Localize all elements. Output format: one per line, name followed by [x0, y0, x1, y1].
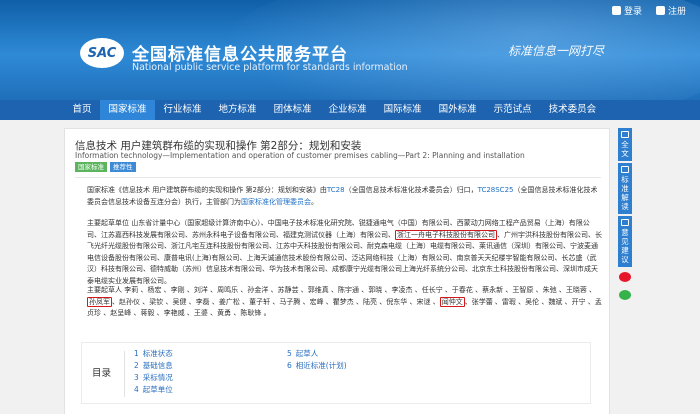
highlighted-person: 闻仲文 [439, 296, 465, 307]
nav-tech-committee[interactable]: 技术委员会 [540, 100, 605, 120]
toc-text: 起草单位 [142, 385, 173, 394]
nav-home[interactable]: 首页 [64, 100, 100, 120]
fulltext-button[interactable]: 全文 [618, 128, 632, 161]
site-header: 登录 注册 SAC 全国标准信息公共服务平台 National public s… [0, 0, 700, 100]
toc-item[interactable]: 6 相近标准(计划) [287, 360, 347, 372]
nav-enterprise-standards[interactable]: 企业标准 [320, 100, 375, 120]
toc-label: 目录 [92, 368, 112, 379]
interpretation-label: 标准解读 [621, 175, 629, 211]
toc-right-column: 5 起草人 6 相近标准(计划) [287, 348, 347, 372]
register-label: 注册 [667, 7, 686, 17]
toc-number: 4 [134, 385, 139, 394]
login-link[interactable]: 登录 [611, 4, 642, 17]
nav-group-standards[interactable]: 团体标准 [265, 100, 320, 120]
site-logo[interactable]: SAC [80, 38, 124, 68]
feedback-icon [621, 219, 629, 226]
toc-item[interactable]: 4 起草单位 [134, 384, 173, 396]
nav-local-standards[interactable]: 地方标准 [210, 100, 265, 120]
tag-national-standard: 国家标准 [75, 162, 107, 172]
toc-item[interactable]: 3 采标情况 [134, 372, 173, 384]
toc-number: 5 [287, 349, 292, 358]
intro-text: （全国信息技术标准化技术委员会）归口， [344, 186, 478, 194]
fulltext-label: 全文 [621, 140, 629, 158]
standard-detail-panel: 信息技术 用户建筑群布缆的实现和操作 第2部分：规划和安装 Informatio… [64, 128, 610, 414]
nav-foreign-standards[interactable]: 国外标准 [430, 100, 485, 120]
toc-text: 相近标准(计划) [295, 361, 347, 370]
drafting-people: 主要起草人 李莉 、杨宏 、李刚 、刘洋 、周鸣乐 、孙金洋 、苏静芸 、郭维真… [87, 285, 602, 320]
nav-international-standards[interactable]: 国际标准 [375, 100, 430, 120]
toc-number: 6 [287, 361, 292, 370]
people-text: 主要起草人 李莉 、杨宏 、李刚 、刘洋 、周鸣乐 、孙金洋 、苏静芸 、郭维真… [87, 286, 597, 294]
toc-text: 标准状态 [142, 349, 173, 358]
document-icon [621, 131, 629, 138]
toc-divider [124, 351, 125, 397]
wechat-share[interactable] [618, 287, 632, 303]
main-nav: 首页 国家标准 行业标准 地方标准 团体标准 企业标准 国际标准 国外标准 示范… [0, 100, 700, 120]
register-icon [655, 6, 665, 15]
feedback-label: 意见建议 [621, 228, 629, 264]
drafting-units: 主要起草单位 山东省计量中心（国家超级计算济南中心）、中国电子技术标准化研究院、… [87, 218, 602, 287]
toc-number: 2 [134, 361, 139, 370]
right-sidebar: 全文 标准解读 意见建议 [618, 128, 632, 303]
site-subtitle: National public service platform for sta… [132, 62, 408, 73]
login-label: 登录 [623, 7, 642, 17]
logo-text: SAC [87, 45, 117, 61]
highlighted-person: 孙凤军 [87, 296, 112, 307]
intro-text: 。 [311, 197, 318, 206]
toc-item[interactable]: 1 标准状态 [134, 348, 173, 360]
sc-link[interactable]: TC28SC25 [478, 186, 514, 194]
toc-number: 1 [134, 349, 139, 358]
toc-text: 基础信息 [142, 361, 173, 370]
standard-tags: 国家标准 推荐性 [75, 162, 136, 172]
toc-item[interactable]: 2 基础信息 [134, 360, 173, 372]
wechat-icon [619, 290, 631, 300]
nav-pilot[interactable]: 示范试点 [485, 100, 540, 120]
feedback-button[interactable]: 意见建议 [618, 216, 632, 267]
toc-number: 3 [134, 373, 139, 382]
weibo-icon [619, 272, 631, 282]
toc-item[interactable]: 5 起草人 [287, 348, 347, 360]
site-slogan: 标准信息一网打尽 [508, 44, 605, 58]
tag-recommended: 推荐性 [110, 162, 136, 172]
dept-link[interactable]: 国家标准化管理委员会 [241, 198, 311, 206]
nav-industry-standards[interactable]: 行业标准 [155, 100, 210, 120]
user-icon [611, 6, 621, 15]
standard-intro: 国家标准《信息技术 用户建筑群布缆的实现和操作 第2部分：规划和安装》由TC28… [87, 185, 602, 208]
table-of-contents: 目录 1 标准状态 2 基础信息 3 采标情况 4 起草单位 5 起草人 6 相近标准(计划… [81, 342, 591, 404]
highlighted-unit: 浙江一舟电子科技股份有限公司 [395, 229, 497, 240]
nav-national-standards[interactable]: 国家标准 [100, 100, 156, 120]
weibo-share[interactable] [618, 269, 632, 285]
toc-text: 采标情况 [142, 373, 173, 382]
people-text: 、赵孙仪 、梁钦 、吴健 、李磊 、姜广松 、董子轩 、马子腾 、宏峰 、瞿梦杰… [112, 297, 440, 306]
topbar: 登录 注册 [611, 4, 686, 17]
intro-text: 国家标准《信息技术 用户建筑群布缆的实现和操作 第2部分：规划和安装》由 [87, 186, 327, 194]
book-icon [621, 166, 629, 173]
interpretation-button[interactable]: 标准解读 [618, 163, 632, 214]
toc-text: 起草人 [295, 349, 319, 358]
standard-english-title: Information technology—Implementation an… [75, 151, 525, 160]
tc-link[interactable]: TC28 [327, 186, 345, 194]
divider [75, 177, 601, 178]
toc-left-column: 1 标准状态 2 基础信息 3 采标情况 4 起草单位 [134, 348, 173, 396]
register-link[interactable]: 注册 [655, 4, 686, 17]
